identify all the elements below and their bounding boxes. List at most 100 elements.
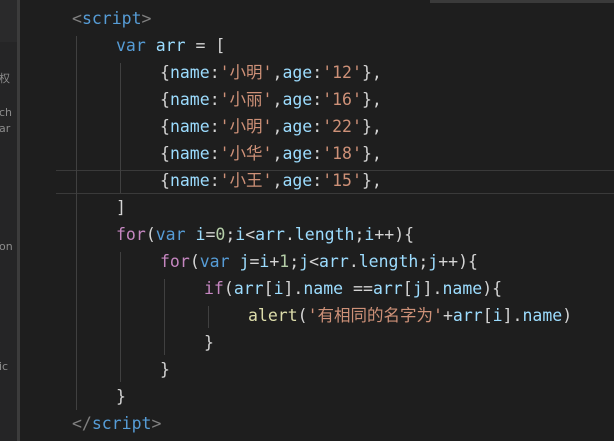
code-editor[interactable]: 权 ch ar on ic <script> var arr = [{name:'…	[0, 0, 614, 441]
code-token: }	[116, 387, 126, 406]
code-token: },	[361, 63, 382, 82]
code-token: arr	[319, 252, 349, 271]
code-token: ++){	[374, 225, 415, 244]
code-token: arr	[255, 225, 285, 244]
code-token: arr	[372, 279, 403, 298]
code-token: :	[312, 171, 323, 190]
code-token: {	[160, 63, 170, 82]
code-token: ;	[354, 225, 365, 244]
code-token: {	[160, 144, 170, 163]
code-token: name	[169, 63, 210, 82]
code-token: ;	[225, 225, 236, 244]
code-line[interactable]: {name:'小明',age:'22'},	[160, 113, 382, 140]
code-token: =	[249, 252, 260, 271]
code-token: i	[364, 225, 375, 244]
code-token: </	[72, 414, 92, 433]
code-line[interactable]: }	[204, 329, 214, 356]
code-token: :	[209, 144, 220, 163]
code-token: 0	[215, 225, 226, 244]
code-line[interactable]: {name:'小丽',age:'16'},	[160, 86, 382, 113]
code-line[interactable]: alert('有相同的名字为'+arr[i].name)	[248, 302, 572, 329]
code-line[interactable]: for(var i=0;i<arr.length;i++){	[116, 221, 414, 248]
code-line[interactable]: ]	[116, 194, 126, 221]
code-token: <	[309, 252, 319, 271]
code-line[interactable]: <script>	[72, 5, 151, 32]
code-token: ++){	[438, 252, 478, 271]
code-token: ){	[482, 279, 503, 298]
code-line[interactable]: if(arr[i].name ==arr[j].name){	[204, 275, 502, 302]
code-token: +	[442, 306, 453, 325]
code-token: =	[205, 225, 216, 244]
code-token: ==	[343, 279, 373, 298]
code-token: ,	[272, 171, 283, 190]
side-panel-text: ar	[0, 122, 11, 135]
code-token: if	[204, 279, 224, 298]
indent-guide	[76, 36, 77, 410]
code-token: ].	[283, 279, 304, 298]
code-token: i	[195, 225, 206, 244]
code-token: ;	[289, 252, 300, 271]
code-token: j	[412, 279, 423, 298]
code-token: {	[160, 90, 170, 109]
code-token: (	[189, 252, 200, 271]
code-token: age	[282, 63, 313, 82]
code-line[interactable]: {name:'小华',age:'18'},	[160, 140, 382, 167]
side-panel-header	[0, 0, 17, 42]
code-token: .	[348, 252, 359, 271]
code-token: :	[209, 171, 220, 190]
code-token: script	[91, 414, 152, 433]
code-token: name	[169, 90, 210, 109]
code-token: script	[81, 9, 142, 28]
code-token: '12'	[322, 63, 362, 82]
code-token: j	[299, 252, 310, 271]
code-line[interactable]: }	[116, 383, 126, 410]
code-token: i	[492, 306, 503, 325]
code-token: arr	[155, 36, 186, 55]
code-token: age	[282, 90, 313, 109]
code-token: [	[482, 306, 493, 325]
code-token: '小丽'	[219, 90, 273, 109]
side-panel-text: ch	[0, 106, 13, 119]
code-token: >	[141, 9, 152, 28]
code-token: for	[116, 225, 146, 244]
side-panel-text: 权	[0, 72, 10, 85]
code-token: age	[282, 171, 313, 190]
code-token: (	[297, 306, 308, 325]
code-token: }	[160, 360, 170, 379]
code-token: '18'	[322, 144, 362, 163]
code-line[interactable]: var arr = [	[116, 32, 225, 59]
code-line[interactable]: </script>	[72, 410, 161, 437]
code-token: :	[209, 90, 220, 109]
indent-guide	[120, 63, 121, 193]
code-line[interactable]: {name:'小明',age:'12'},	[160, 59, 382, 86]
code-token: {	[160, 171, 170, 190]
code-token: = [	[185, 36, 226, 55]
code-line[interactable]: {name:'小王',age:'15'},	[160, 167, 382, 194]
code-token: ,	[272, 90, 283, 109]
code-token: )	[562, 306, 573, 325]
code-line[interactable]: }	[160, 356, 170, 383]
code-token: length	[294, 225, 355, 244]
code-token: i	[235, 225, 246, 244]
code-token: '22'	[322, 117, 362, 136]
code-token: +	[269, 252, 280, 271]
code-token: <	[72, 9, 82, 28]
code-token: .	[284, 225, 295, 244]
code-token: :	[209, 117, 220, 136]
code-token: '16'	[322, 90, 362, 109]
indent-guide	[208, 306, 209, 328]
indent-guide	[120, 252, 121, 382]
code-token: ,	[272, 63, 283, 82]
code-token: },	[361, 171, 382, 190]
code-token: name	[522, 306, 563, 325]
side-panel-text: on	[0, 240, 13, 253]
code-token: length	[358, 252, 419, 271]
code-token: :	[312, 144, 323, 163]
code-token: arr	[233, 279, 264, 298]
code-line[interactable]: for(var j=i+1;j<arr.length;j++){	[160, 248, 478, 275]
code-token: '小华'	[219, 144, 273, 163]
code-token: >	[151, 414, 162, 433]
code-token: },	[361, 117, 382, 136]
